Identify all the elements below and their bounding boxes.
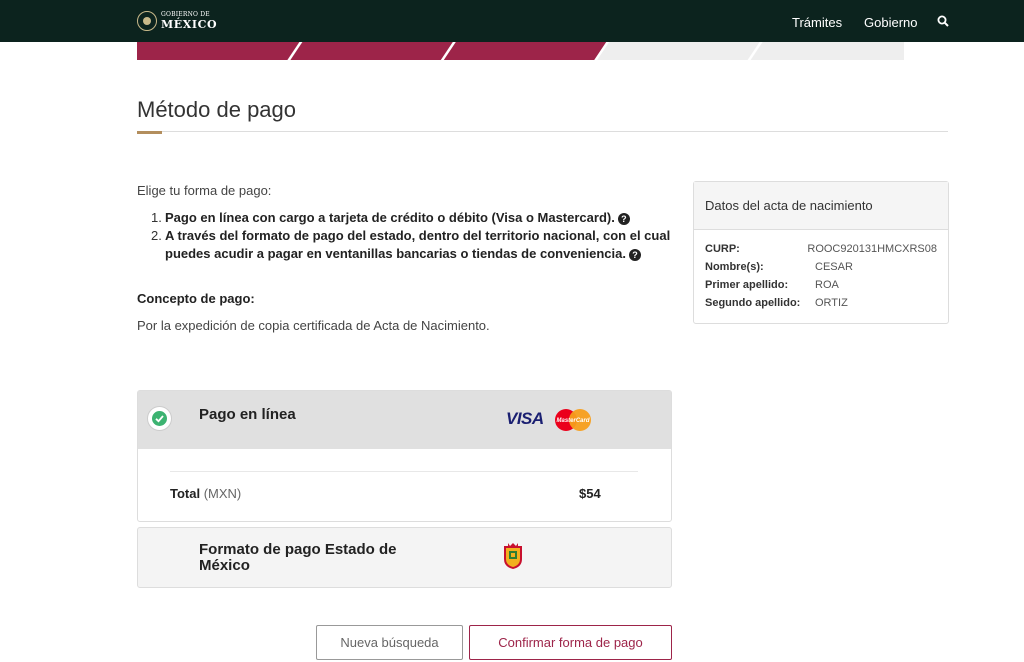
currency-unit: (MXN) — [203, 486, 242, 501]
nav-gobierno[interactable]: Gobierno — [864, 15, 917, 30]
total-label: Total (MXN) — [170, 486, 241, 501]
logo-text-big: MÉXICO — [161, 18, 218, 31]
state-crest-icon — [504, 543, 522, 569]
record-key: CURP: — [705, 243, 740, 255]
progress-step-3 — [443, 42, 607, 60]
record-value: CESAR — [815, 261, 853, 273]
option-text: A través del formato de pago del estado,… — [165, 228, 671, 261]
selected-radio[interactable] — [147, 406, 172, 431]
list-item: 2. A través del formato de pago del esta… — [151, 227, 671, 263]
confirm-payment-button[interactable]: Confirmar forma de pago — [469, 625, 672, 660]
record-key: Nombre(s): — [705, 261, 764, 273]
payment-option-label: Pago en línea — [199, 406, 296, 423]
list-number: 1. — [151, 210, 162, 225]
help-icon[interactable]: ? — [628, 249, 641, 261]
concept-text: Por la expedición de copia certificada d… — [137, 318, 490, 333]
record-value: ROOC920131HMCXRS08 — [807, 243, 937, 255]
nav-tramites[interactable]: Trámites — [792, 15, 842, 30]
progress-step-5 — [750, 42, 904, 60]
total-label-text: Total — [170, 486, 201, 501]
option-text: Pago en línea con cargo a tarjeta de cré… — [165, 210, 615, 225]
record-row: Segundo apellido: ORTIZ — [705, 294, 937, 312]
record-row: Nombre(s): CESAR — [705, 258, 937, 276]
title-accent-bar — [137, 131, 162, 134]
birth-record-title: Datos del acta de nacimiento — [694, 182, 948, 230]
new-search-button[interactable]: Nueva búsqueda — [316, 625, 463, 660]
search-icon[interactable] — [937, 15, 949, 27]
step-progress-bar — [137, 42, 904, 60]
payment-option-state-format[interactable]: Formato de pago Estado de México — [137, 527, 672, 588]
gobierno-logo[interactable]: GOBIERNO DE MÉXICO — [137, 11, 217, 31]
list-item: 1. Pago en línea con cargo a tarjeta de … — [151, 209, 671, 227]
eagle-emblem-icon — [137, 11, 157, 31]
divider — [170, 471, 638, 472]
list-number: 2. — [151, 228, 162, 243]
progress-step-4 — [597, 42, 760, 60]
payment-option-label: Formato de pago Estado de México — [199, 541, 397, 574]
top-navbar: GOBIERNO DE MÉXICO Trámites Gobierno — [0, 0, 1024, 42]
record-row: Primer apellido: ROA — [705, 276, 937, 294]
visa-logo: VISA — [506, 409, 544, 428]
record-row: CURP: ROOC920131HMCXRS08 — [705, 240, 937, 258]
birth-record-card: Datos del acta de nacimiento CURP: ROOC9… — [693, 181, 949, 324]
progress-step-1 — [137, 42, 300, 60]
progress-step-2 — [290, 42, 453, 60]
mastercard-logo: MasterCard — [555, 409, 591, 431]
title-divider — [137, 131, 948, 132]
concept-label: Concepto de pago: — [137, 291, 255, 306]
record-value: ORTIZ — [815, 297, 848, 309]
payment-option-online[interactable]: Pago en línea VISA MasterCard Total (MXN… — [137, 390, 672, 522]
mastercard-wordmark: MasterCard — [556, 418, 589, 424]
payment-option-online-header[interactable]: Pago en línea VISA MasterCard — [138, 391, 671, 449]
record-key: Primer apellido: — [705, 279, 789, 291]
record-key: Segundo apellido: — [705, 297, 801, 309]
payment-options-list: 1. Pago en línea con cargo a tarjeta de … — [151, 209, 671, 263]
total-amount: $54 — [579, 486, 601, 501]
payment-intro: Elige tu forma de pago: — [137, 183, 272, 198]
page-title: Método de pago — [137, 97, 297, 122]
record-value: ROA — [815, 279, 839, 291]
help-icon[interactable]: ? — [617, 213, 630, 225]
checkmark-icon — [155, 415, 164, 423]
